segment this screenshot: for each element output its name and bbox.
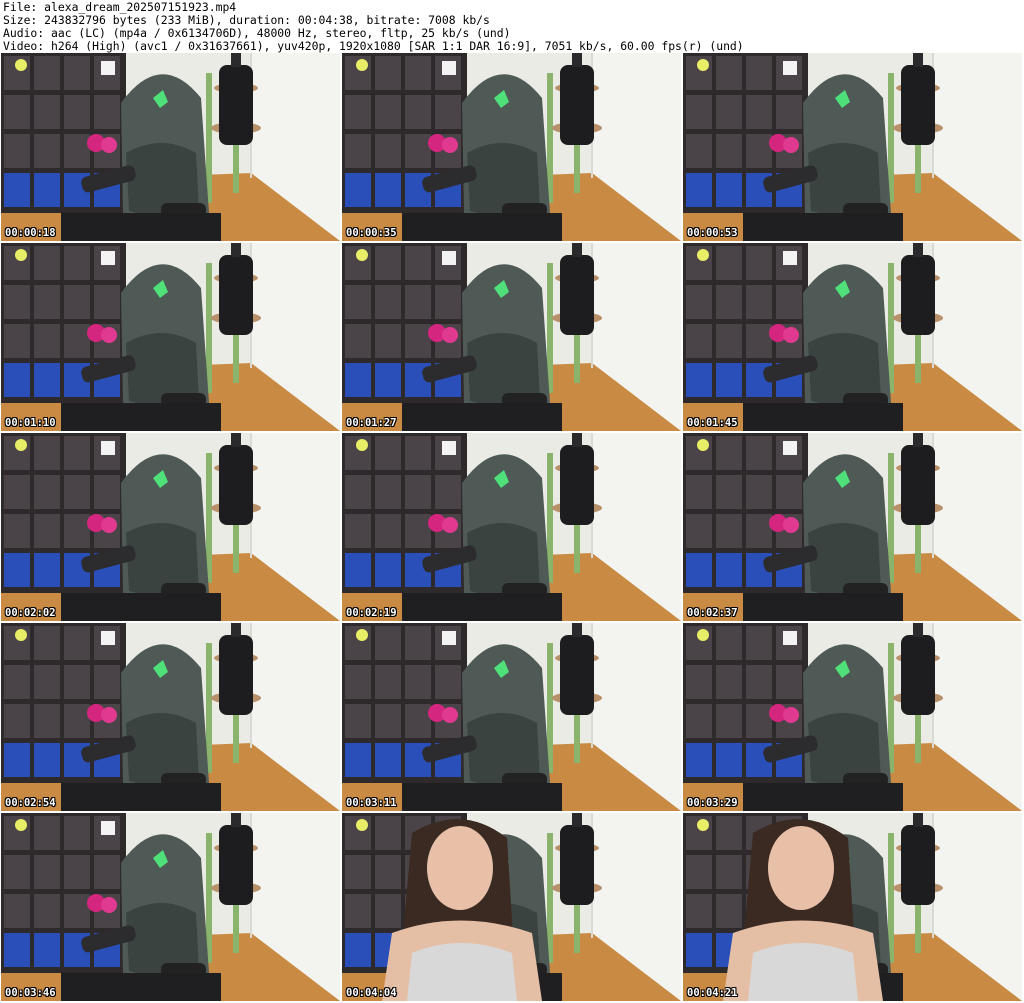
thumbnail-frame-image (683, 433, 1022, 621)
audio-info-line: Audio: aac (LC) (mp4a / 0x6134706D), 480… (3, 25, 511, 40)
video-info-line: Video: h264 (High) (avc1 / 0x31637661), … (3, 38, 744, 53)
thumbnail-timestamp: 00:00:18 (5, 227, 56, 239)
video-thumbnail: 00:02:37 (683, 433, 1022, 621)
file-size-line: Size: 243832796 bytes (233 MiB), duratio… (3, 12, 490, 27)
thumbnail-frame-image (683, 243, 1022, 431)
video-thumbnail: 00:00:53 (683, 53, 1022, 241)
thumbnail-timestamp: 00:04:04 (346, 987, 397, 999)
file-info-header: File: alexa_dream_202507151923.mp4 Size:… (3, 1, 744, 53)
thumbnail-frame-image (683, 53, 1022, 241)
video-thumbnail: 00:00:18 (1, 53, 340, 241)
thumbnail-timestamp: 00:02:37 (687, 607, 738, 619)
video-thumbnail: 00:01:45 (683, 243, 1022, 431)
thumbnail-frame-image (1, 243, 340, 431)
thumbnail-frame-image (1, 623, 340, 811)
thumbnail-timestamp: 00:01:10 (5, 417, 56, 429)
thumbnail-grid: 00:00:18 00:00:35 00:00:53 00:01:10 00:01:27… (1, 53, 1022, 1001)
video-thumbnail: 00:04:21 (683, 813, 1022, 1001)
thumbnail-timestamp: 00:03:11 (346, 797, 397, 809)
thumbnail-timestamp: 00:00:35 (346, 227, 397, 239)
file-name-line: File: alexa_dream_202507151923.mp4 (3, 0, 237, 14)
thumbnail-frame-image (342, 813, 681, 1001)
video-thumbnail: 00:01:10 (1, 243, 340, 431)
thumbnail-frame-image (342, 53, 681, 241)
video-thumbnail: 00:00:35 (342, 53, 681, 241)
thumbnail-frame-image (683, 623, 1022, 811)
video-thumbnail: 00:04:04 (342, 813, 681, 1001)
thumbnail-frame-image (683, 813, 1022, 1001)
thumbnail-timestamp: 00:04:21 (687, 987, 738, 999)
thumbnail-timestamp: 00:02:02 (5, 607, 56, 619)
thumbnail-timestamp: 00:02:19 (346, 607, 397, 619)
thumbnail-timestamp: 00:01:45 (687, 417, 738, 429)
thumbnail-timestamp: 00:01:27 (346, 417, 397, 429)
video-thumbnail: 00:02:19 (342, 433, 681, 621)
thumbnail-frame-image (1, 433, 340, 621)
video-thumbnail: 00:02:54 (1, 623, 340, 811)
thumbnail-timestamp: 00:00:53 (687, 227, 738, 239)
thumbnail-timestamp: 00:03:29 (687, 797, 738, 809)
thumbnail-timestamp: 00:02:54 (5, 797, 56, 809)
thumbnail-frame-image (342, 623, 681, 811)
thumbnail-frame-image (1, 813, 340, 1001)
video-thumbnail: 00:02:02 (1, 433, 340, 621)
thumbnail-frame-image (1, 53, 340, 241)
thumbnail-frame-image (342, 433, 681, 621)
video-thumbnail: 00:01:27 (342, 243, 681, 431)
thumbnail-timestamp: 00:03:46 (5, 987, 56, 999)
video-thumbnail: 00:03:11 (342, 623, 681, 811)
video-thumbnail: 00:03:29 (683, 623, 1022, 811)
thumbnail-frame-image (342, 243, 681, 431)
video-thumbnail: 00:03:46 (1, 813, 340, 1001)
